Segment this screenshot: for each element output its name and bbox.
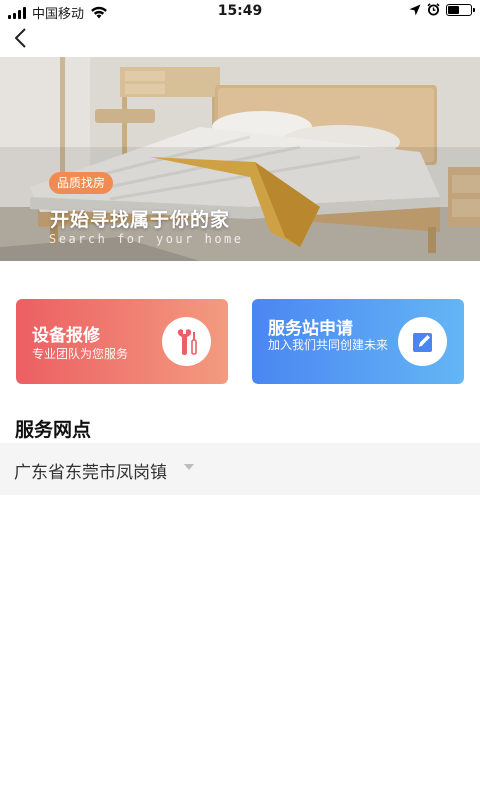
apply-card-title: 服务站申请: [268, 319, 353, 339]
service-station-apply-card[interactable]: 服务站申请 加入我们共同创建未来: [252, 299, 464, 384]
battery-level: [448, 5, 459, 14]
clock-time: 15:49: [217, 3, 263, 19]
back-button[interactable]: [6, 24, 34, 52]
apply-card-desc: 加入我们共同创建未来: [268, 338, 389, 352]
repair-card-title: 设备报修: [32, 326, 100, 346]
equipment-repair-card[interactable]: 设备报修 专业团队为您服务: [16, 299, 228, 384]
repair-card-desc: 专业团队为您服务: [32, 347, 129, 361]
banner-subtitle: Search for your home: [49, 232, 244, 246]
banner-title: 开始寻找属于你的家: [50, 209, 231, 231]
wrench-screwdriver-icon: [177, 328, 197, 355]
banner-tag: 品质找房: [49, 172, 114, 194]
battery-icon: [446, 3, 475, 16]
caret-down-icon: [184, 464, 194, 470]
status-bar: 中国移动 15:49: [0, 0, 480, 22]
service-points-title: 服务网点: [15, 419, 92, 441]
location-arrow-icon: [409, 4, 421, 15]
repair-icon-circle: [162, 317, 211, 366]
chevron-left-icon: [14, 28, 26, 48]
banner[interactable]: 品质找房 开始寻找属于你的家 Search for your home: [0, 57, 480, 261]
apply-icon-circle: [398, 317, 447, 366]
status-right: [409, 3, 475, 16]
alarm-icon: [427, 3, 440, 16]
edit-icon: [412, 332, 432, 352]
location-selector[interactable]: 广东省东莞市凤岗镇: [0, 443, 480, 495]
location-text: 广东省东莞市凤岗镇: [14, 463, 167, 483]
